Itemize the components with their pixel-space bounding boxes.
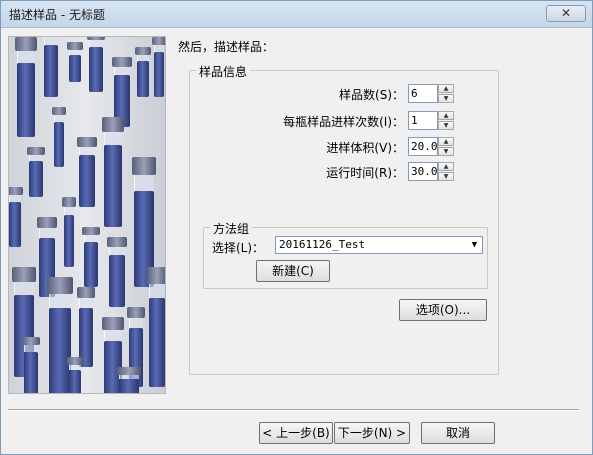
cancel-button[interactable]: 取消: [421, 422, 495, 444]
vial-illustration: [67, 42, 83, 82]
back-button[interactable]: < 上一步(B): [259, 422, 333, 444]
method-select-label: 选择(L)：: [212, 241, 265, 255]
sample-count-spinner[interactable]: 6 ▲ ▼: [408, 84, 454, 103]
options-button[interactable]: 选项(O)...: [399, 299, 487, 321]
vial-illustration: [44, 37, 58, 97]
injections-per-vial-spinner[interactable]: 1 ▲ ▼: [408, 111, 454, 130]
vial-illustration: [107, 237, 127, 307]
run-time-spinner[interactable]: 30.0( ▲ ▼: [408, 162, 454, 181]
vial-illustration: [152, 37, 165, 97]
spin-up-icon[interactable]: ▲: [438, 111, 454, 120]
vial-illustration: [77, 137, 97, 207]
vial-illustration: [67, 357, 83, 393]
new-method-button[interactable]: 新建(C): [256, 260, 330, 282]
injections-per-vial-input[interactable]: 1: [408, 111, 438, 130]
vial-illustration: [77, 287, 95, 367]
chevron-down-icon[interactable]: ▼: [467, 237, 482, 253]
next-button[interactable]: 下一步(N) >: [334, 422, 410, 444]
method-set-dropdown[interactable]: 20161126_Test ▼: [275, 236, 483, 254]
spin-down-icon[interactable]: ▼: [438, 94, 454, 103]
wizard-side-image: [8, 36, 166, 394]
injections-per-vial-label: 每瓶样品进样次数(I)：: [283, 115, 404, 129]
vial-illustration: [147, 267, 165, 387]
dialog-window: 描述样品 - 无标题 ✕ 然后，描述样品： 样品信息 样品数(S)： 6 ▲ ▼…: [0, 0, 593, 455]
spin-up-icon[interactable]: ▲: [438, 84, 454, 93]
injection-volume-spinner[interactable]: 20.0 ▲ ▼: [408, 137, 454, 156]
vial-illustration: [117, 367, 141, 393]
vial-illustration: [52, 107, 66, 167]
vial-illustration: [15, 37, 37, 137]
page-heading: 然后，描述样品：: [178, 40, 275, 54]
vial-illustration: [47, 277, 73, 393]
close-button[interactable]: ✕: [546, 5, 586, 22]
spin-down-icon[interactable]: ▼: [438, 172, 454, 181]
vial-illustration: [27, 147, 45, 197]
sample-count-label: 样品数(S)：: [339, 88, 404, 102]
sample-count-input[interactable]: 6: [408, 84, 438, 103]
title-bar: 描述样品 - 无标题 ✕: [1, 1, 592, 28]
spin-up-icon[interactable]: ▲: [438, 137, 454, 146]
injection-volume-label: 进样体积(V)：: [326, 141, 404, 155]
footer-separator: [8, 409, 579, 411]
vial-illustration: [62, 197, 76, 267]
vial-illustration: [82, 227, 100, 287]
vial-illustration: [22, 337, 40, 393]
vial-illustration: [135, 47, 151, 97]
sample-info-legend: 样品信息: [196, 63, 251, 80]
spin-down-icon[interactable]: ▼: [438, 121, 454, 130]
vial-illustration: [87, 37, 105, 92]
run-time-label: 运行时间(R)：: [326, 166, 404, 180]
window-title: 描述样品 - 无标题: [9, 8, 105, 22]
close-icon: ✕: [560, 6, 572, 20]
method-group-legend: 方法组: [210, 220, 253, 237]
injection-volume-input[interactable]: 20.0: [408, 137, 438, 156]
run-time-input[interactable]: 30.0(: [408, 162, 438, 181]
spin-down-icon[interactable]: ▼: [438, 147, 454, 156]
spin-up-icon[interactable]: ▲: [438, 162, 454, 171]
method-set-value: 20161126_Test: [279, 238, 366, 251]
vial-illustration: [9, 187, 23, 247]
vial-illustration: [102, 117, 124, 227]
